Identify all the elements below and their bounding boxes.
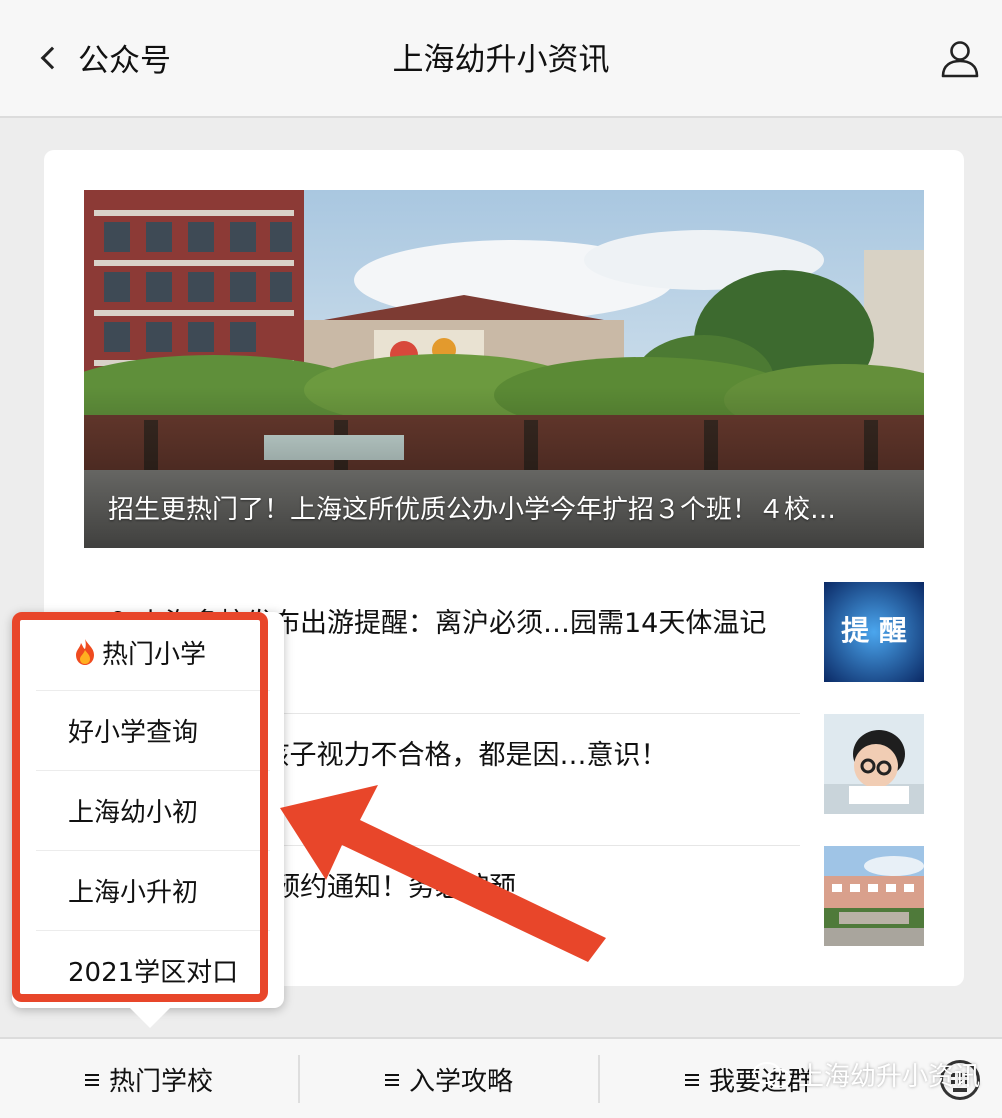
tab-label: 热门学校 bbox=[108, 1067, 213, 1097]
menu-item-school-search[interactable]: 好小学查询 bbox=[36, 690, 270, 770]
popup-pointer bbox=[128, 1006, 172, 1028]
menu-item-shanghai-primary-to-middle[interactable]: 上海小升初 bbox=[36, 850, 270, 930]
menu-icon bbox=[384, 1073, 399, 1086]
tab-popup-menu: 热门小学 好小学查询 上海幼小初 上海小升初 2021学区对口 bbox=[12, 612, 284, 1008]
svg-text:提 醒: 提 醒 bbox=[841, 614, 907, 647]
menu-icon bbox=[684, 1073, 699, 1086]
menu-item-label: 上海小升初 bbox=[68, 877, 199, 908]
watermark-text: 上海幼升小资讯 bbox=[798, 1062, 981, 1092]
article-thumbnail bbox=[824, 714, 924, 814]
top-nav-bar: 公众号 上海幼升小资讯 bbox=[0, 0, 1002, 118]
hero-caption: 招生更热门了！上海这所优质公办小学今年扩招３个班！４校… bbox=[108, 495, 837, 525]
menu-icon bbox=[84, 1073, 99, 1086]
tab-label: 入学攻略 bbox=[408, 1067, 513, 1097]
user-profile-icon[interactable] bbox=[940, 38, 980, 78]
menu-item-hot-primary[interactable]: 热门小学 bbox=[36, 612, 270, 692]
fire-icon bbox=[76, 639, 94, 665]
menu-item-label: 上海幼小初 bbox=[68, 797, 199, 828]
watermark: 上海幼升小资讯 bbox=[752, 1056, 980, 1093]
tab-hot-schools[interactable]: 热门学校 bbox=[0, 1039, 298, 1118]
menu-item-label: 好小学查询 bbox=[68, 717, 199, 748]
hero-article[interactable]: 招生更热门了！上海这所优质公办小学今年扩招３个班！４校… bbox=[84, 190, 924, 548]
menu-item-shanghai-k-to-middle[interactable]: 上海幼小初 bbox=[36, 770, 270, 850]
article-thumbnail: 提 醒 bbox=[824, 582, 924, 682]
menu-item-2021-district[interactable]: 2021学区对口 bbox=[36, 930, 270, 1010]
tab-admission-guide[interactable]: 入学攻略 bbox=[300, 1039, 598, 1118]
article-thumbnail bbox=[824, 846, 924, 946]
page-title: 上海幼升小资讯 bbox=[392, 42, 610, 78]
menu-item-label: 2021学区对口 bbox=[68, 957, 239, 988]
menu-item-label: 热门小学 bbox=[102, 639, 207, 670]
wechat-icon bbox=[753, 1061, 791, 1087]
